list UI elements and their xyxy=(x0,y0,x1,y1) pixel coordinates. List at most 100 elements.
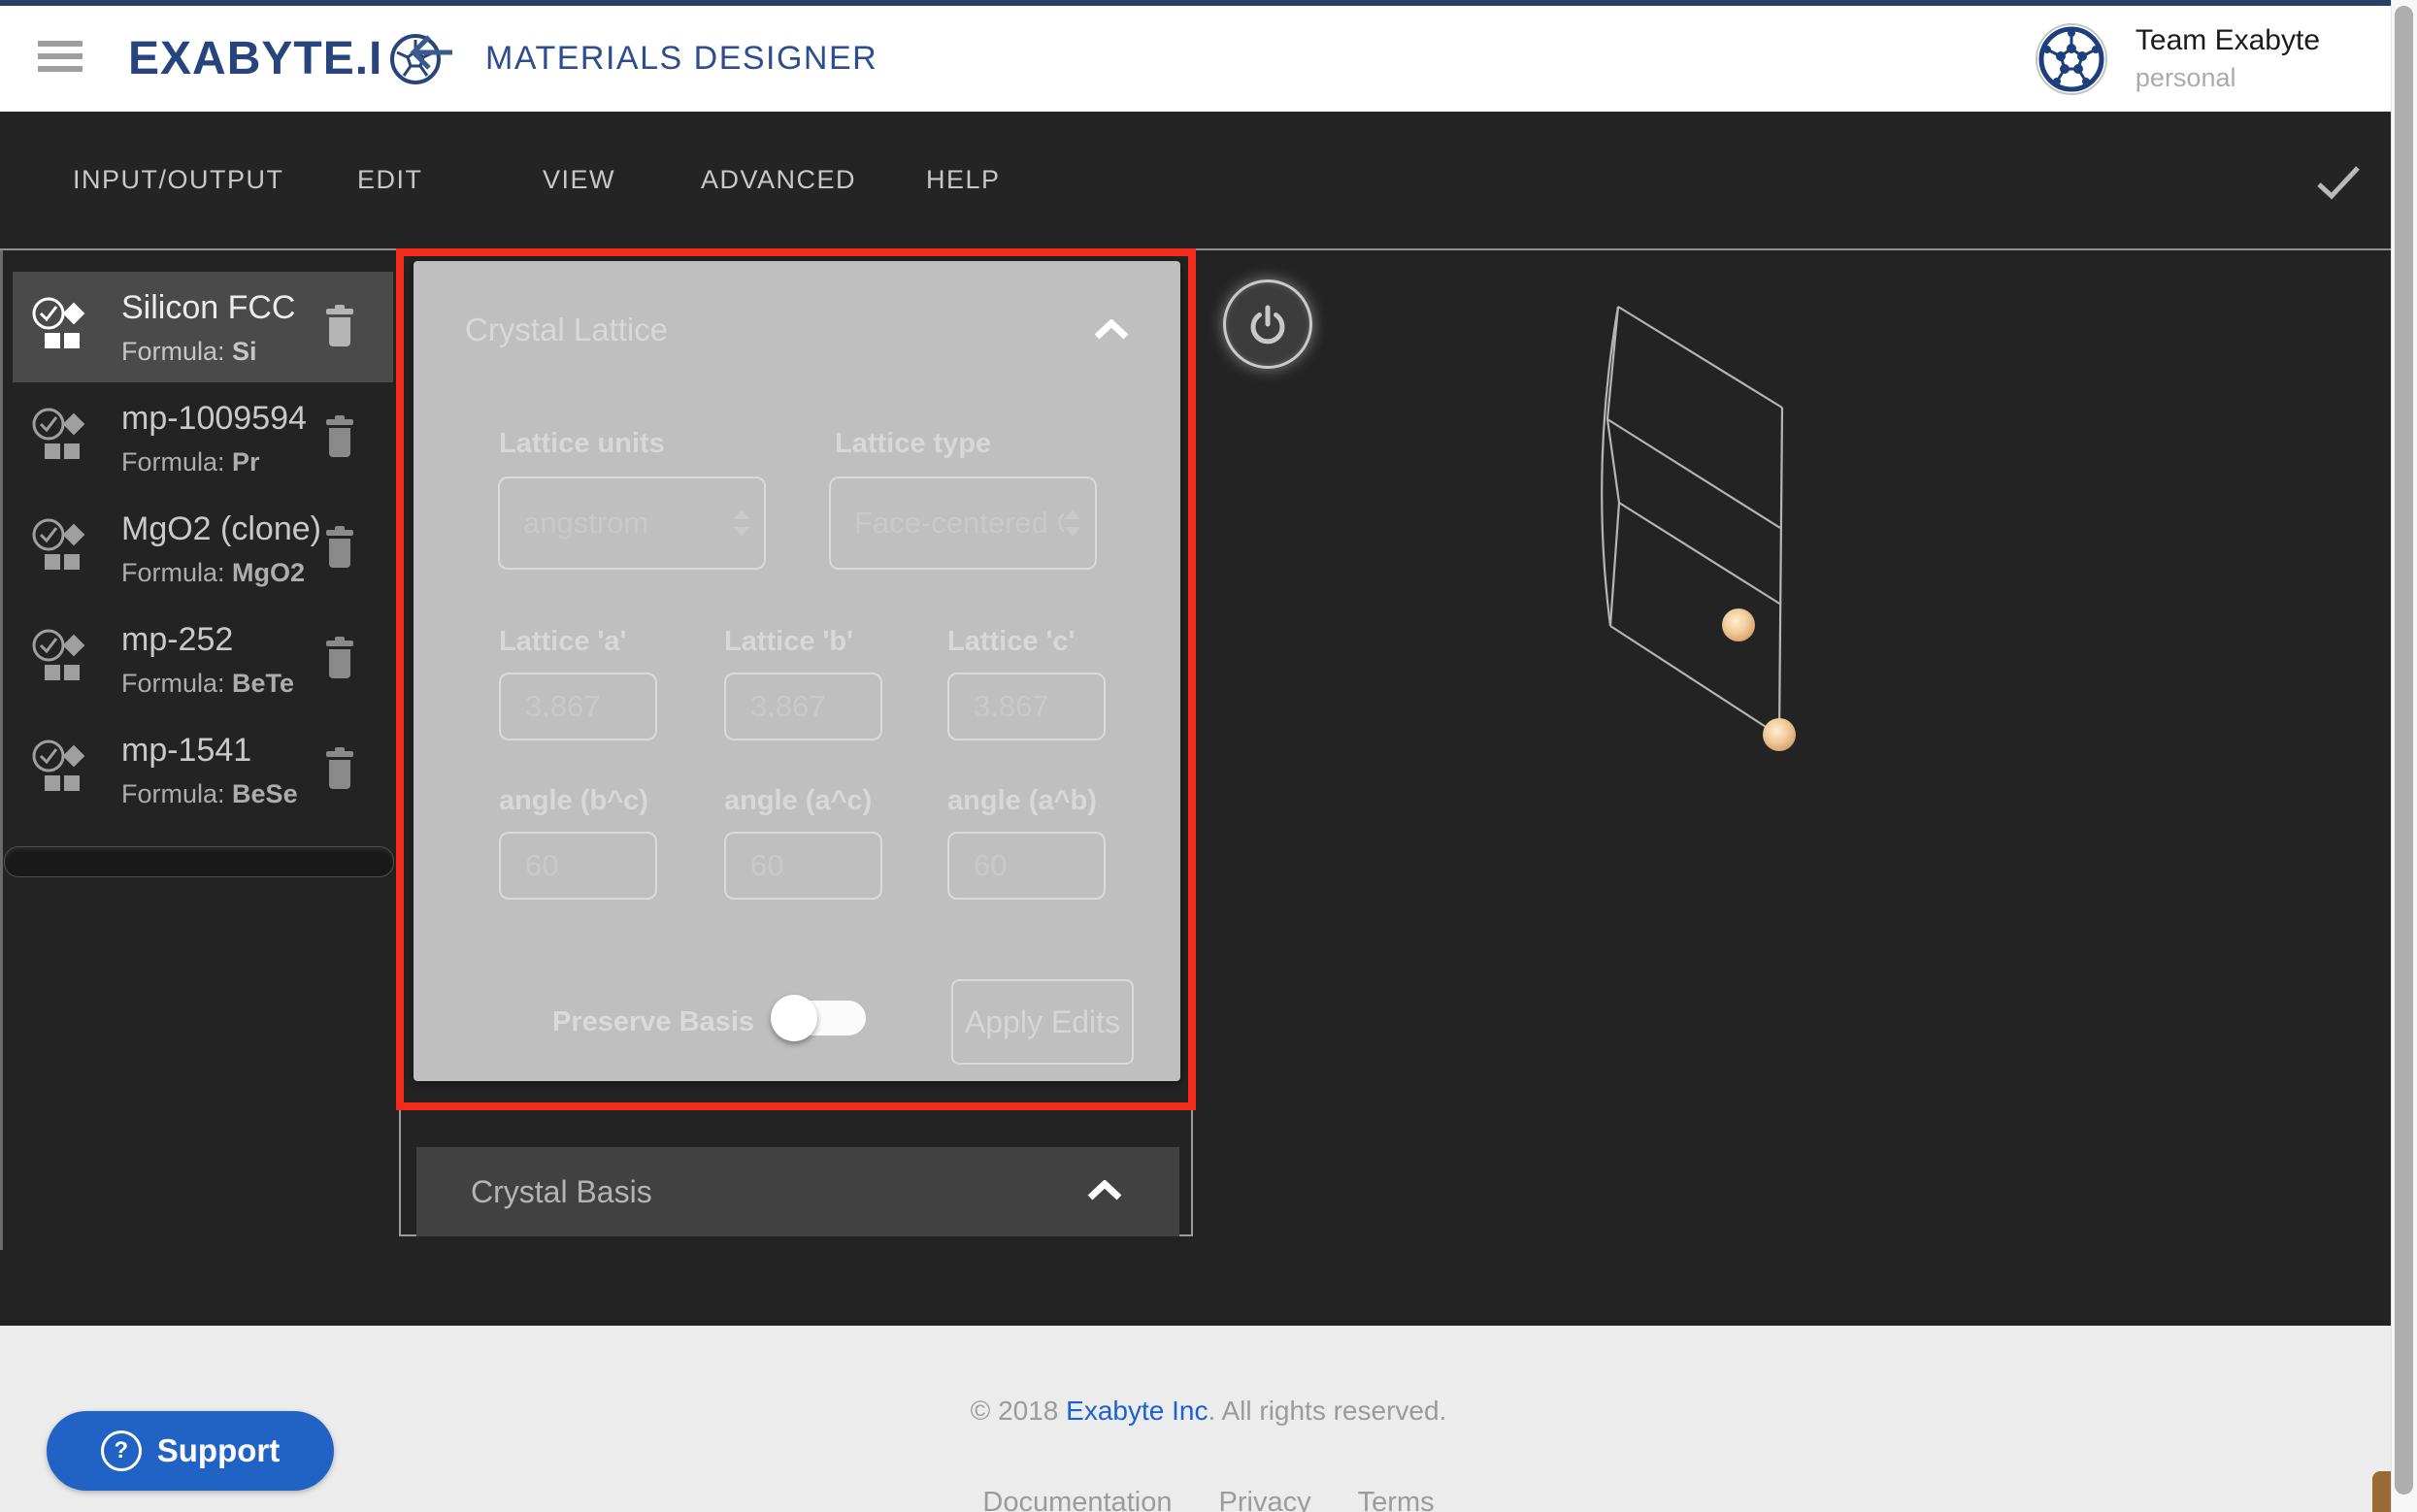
lattice-type-value: Face-centered Cu xyxy=(854,506,1064,541)
apply-edits-button[interactable]: Apply Edits xyxy=(951,979,1134,1065)
crystal-lattice-title: Crystal Lattice xyxy=(465,312,668,348)
angle-ab-label: angle (a^b) xyxy=(947,785,1097,817)
material-check-icon[interactable] xyxy=(30,627,94,691)
cutoff-corner-widget xyxy=(2372,1471,2392,1512)
save-check-icon[interactable] xyxy=(2316,165,2361,200)
team-name: Team Exabyte xyxy=(2136,24,2320,57)
material-title: Silicon FCC xyxy=(121,289,295,327)
account-menu[interactable]: Team Exabyte personal xyxy=(2035,6,2320,112)
toggle-knob xyxy=(771,995,817,1041)
sidebar-horizontal-scrollbar[interactable] xyxy=(4,846,394,877)
footer-links: Documentation Privacy Terms xyxy=(0,1487,2417,1512)
formula-label: Formula: xyxy=(121,337,225,366)
material-item-mgo2-clone[interactable]: MgO2 (clone) Formula: MgO2 xyxy=(13,493,393,604)
formula-value: Si xyxy=(232,337,257,366)
app-header: EXABYTE.I MATERIALS DESIGNER xyxy=(0,6,2417,112)
lattice-units-select[interactable]: angstrom xyxy=(498,477,766,570)
preserve-basis-label: Preserve Basis xyxy=(552,1006,754,1038)
lattice-a-value: 3.867 xyxy=(525,689,601,724)
menu-view[interactable]: VIEW xyxy=(543,112,615,248)
main-menubar: INPUT/OUTPUT EDIT VIEW ADVANCED HELP xyxy=(0,112,2417,250)
documentation-link[interactable]: Documentation xyxy=(982,1487,1172,1512)
material-item-mp-252[interactable]: mp-252 Formula: BeTe xyxy=(13,604,393,714)
atom-sphere[interactable] xyxy=(1763,718,1796,751)
formula-label: Formula: xyxy=(121,669,225,698)
question-mark-icon: ? xyxy=(101,1430,142,1471)
lattice-b-input[interactable]: 3.867 xyxy=(724,673,882,740)
scrollbar-thumb[interactable] xyxy=(2395,6,2413,1495)
formula-label: Formula: xyxy=(121,779,225,808)
lattice-a-label: Lattice 'a' xyxy=(499,626,626,658)
preserve-basis-toggle[interactable] xyxy=(775,1001,866,1035)
page-footer: © 2018 Exabyte Inc. All rights reserved.… xyxy=(0,1326,2417,1512)
exabyte-logo[interactable]: EXABYTE.I xyxy=(128,6,443,112)
terms-link[interactable]: Terms xyxy=(1358,1487,1435,1512)
copyright-suffix: . All rights reserved. xyxy=(1208,1396,1446,1426)
collapse-chevron-up-icon[interactable] xyxy=(1086,1180,1123,1201)
formula-label: Formula: xyxy=(121,558,225,587)
menu-help[interactable]: HELP xyxy=(926,112,1001,248)
copyright-text: © 2018 Exabyte Inc. All rights reserved. xyxy=(0,1396,2417,1427)
delete-material-icon[interactable] xyxy=(323,305,356,347)
menu-advanced[interactable]: ADVANCED xyxy=(701,112,856,248)
angle-ab-input[interactable]: 60 xyxy=(947,832,1106,900)
angle-ac-value: 60 xyxy=(750,848,783,883)
angle-ab-value: 60 xyxy=(974,848,1007,883)
material-check-icon[interactable] xyxy=(30,406,94,470)
delete-material-icon[interactable] xyxy=(323,526,356,569)
material-title: mp-252 xyxy=(121,621,294,659)
angle-ac-input[interactable]: 60 xyxy=(724,832,882,900)
select-arrows-icon xyxy=(1064,509,1081,537)
delete-material-icon[interactable] xyxy=(323,415,356,458)
angle-bc-label: angle (b^c) xyxy=(499,785,648,817)
main-content: Silicon FCC Formula: Si xyxy=(0,250,2417,1326)
formula-label: Formula: xyxy=(121,447,225,477)
company-link[interactable]: Exabyte Inc xyxy=(1066,1396,1208,1426)
lattice-type-select[interactable]: Face-centered Cu xyxy=(829,477,1097,570)
formula-value: BeTe xyxy=(232,669,294,698)
menu-input-output[interactable]: INPUT/OUTPUT xyxy=(73,112,284,248)
hamburger-menu-icon[interactable] xyxy=(38,41,83,74)
angle-ac-label: angle (a^c) xyxy=(724,785,872,817)
copyright-prefix: © 2018 xyxy=(971,1396,1066,1426)
lattice-units-label: Lattice units xyxy=(499,428,665,460)
formula-value: BeSe xyxy=(232,779,298,808)
crystal-basis-title: Crystal Basis xyxy=(471,1174,652,1210)
select-arrows-icon xyxy=(733,509,750,537)
crystal-3d-viewport[interactable] xyxy=(1582,289,1805,755)
material-item-silicon-fcc[interactable]: Silicon FCC Formula: Si xyxy=(13,272,393,382)
delete-material-icon[interactable] xyxy=(323,747,356,790)
angle-bc-input[interactable]: 60 xyxy=(499,832,657,900)
back-arrow-icon[interactable] xyxy=(408,31,456,74)
left-edge-divider xyxy=(0,250,3,1250)
material-check-icon[interactable] xyxy=(30,295,94,359)
support-button-label: Support xyxy=(157,1432,280,1469)
atom-sphere[interactable] xyxy=(1722,608,1755,641)
team-context: personal xyxy=(2136,63,2320,93)
material-check-icon[interactable] xyxy=(30,738,94,802)
delete-material-icon[interactable] xyxy=(323,637,356,679)
material-item-mp-1541[interactable]: mp-1541 Formula: BeSe xyxy=(13,714,393,825)
material-title: MgO2 (clone) xyxy=(121,510,321,548)
materials-designer-app: EXABYTE.I MATERIALS DESIGNER xyxy=(0,0,2417,1512)
privacy-link[interactable]: Privacy xyxy=(1219,1487,1311,1512)
team-avatar xyxy=(2035,22,2108,96)
lattice-b-value: 3.867 xyxy=(750,689,826,724)
crystal-basis-panel-header[interactable]: Crystal Basis xyxy=(416,1147,1179,1236)
lattice-a-input[interactable]: 3.867 xyxy=(499,673,657,740)
formula-value: MgO2 xyxy=(232,558,305,587)
lattice-c-input[interactable]: 3.867 xyxy=(947,673,1106,740)
material-item-mp-1009594[interactable]: mp-1009594 Formula: Pr xyxy=(13,382,393,493)
material-title: mp-1009594 xyxy=(121,400,307,438)
lattice-b-label: Lattice 'b' xyxy=(724,626,853,658)
lattice-units-value: angstrom xyxy=(523,506,733,541)
formula-value: Pr xyxy=(232,447,260,477)
viewer-power-button[interactable] xyxy=(1223,279,1312,369)
menu-edit[interactable]: EDIT xyxy=(357,112,423,248)
logo-text: EXABYTE.I xyxy=(128,32,382,85)
support-button[interactable]: ? Support xyxy=(47,1411,334,1491)
crystal-lattice-panel: Crystal Lattice Lattice units Lattice ty… xyxy=(414,261,1180,1081)
material-check-icon[interactable] xyxy=(30,516,94,580)
page-scrollbar[interactable] xyxy=(2391,0,2417,1512)
collapse-chevron-up-icon[interactable] xyxy=(1093,319,1130,341)
